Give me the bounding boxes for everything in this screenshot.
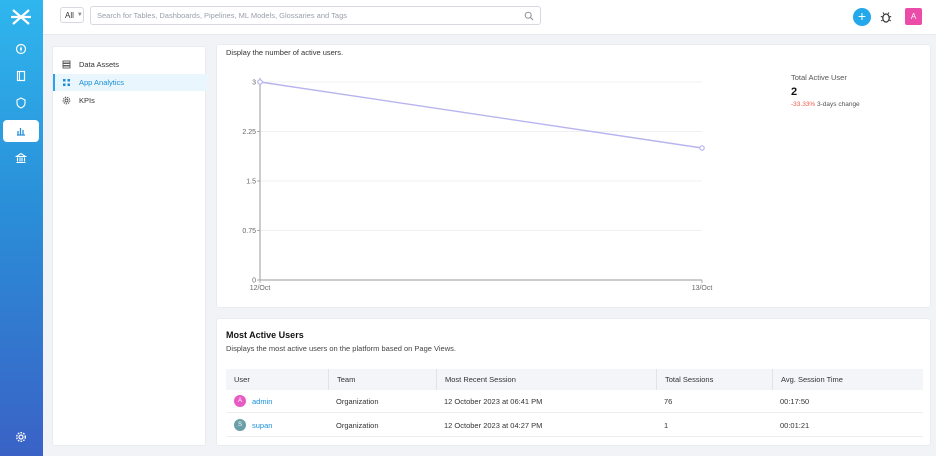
shield-icon[interactable] bbox=[14, 96, 28, 110]
sidenav-item-app-analytics[interactable]: App Analytics bbox=[53, 74, 207, 91]
chevron-down-icon: ▼ bbox=[76, 12, 83, 18]
total-sessions-cell: 76 bbox=[664, 397, 673, 406]
insights-chart-icon[interactable] bbox=[14, 124, 28, 138]
column-header[interactable]: Avg. Session Time bbox=[772, 369, 843, 390]
series-line bbox=[259, 81, 703, 149]
users-card-subtitle: Displays the most active users on the pl… bbox=[226, 344, 456, 353]
data-point bbox=[257, 79, 263, 85]
summary-value: 2 bbox=[791, 86, 798, 98]
user-avatar-small: A bbox=[234, 395, 246, 408]
sidenav-item-label: Data Assets bbox=[79, 60, 120, 69]
search-input[interactable] bbox=[97, 7, 517, 23]
x-tick-label: 13/Oct bbox=[692, 285, 713, 292]
x-tick-label: 12/Oct bbox=[250, 285, 271, 292]
active-users-chart-card: Display the number of active users. 0 0.7… bbox=[216, 44, 931, 308]
active-user-summary: Total Active User 2 -33.33% 3-days chang… bbox=[791, 73, 860, 108]
sidenav-item-kpis[interactable]: KPIs bbox=[53, 92, 207, 109]
data-point bbox=[699, 145, 705, 151]
sidenav-item-label: KPIs bbox=[79, 96, 95, 105]
search-box bbox=[90, 6, 541, 25]
bug-icon[interactable] bbox=[879, 10, 893, 24]
insights-side-nav: Data Assets App Analytics KPIs bbox=[52, 46, 207, 446]
y-tick-label: 0 bbox=[252, 278, 256, 285]
table-row: Ssupan Organization 12 October 2023 at 0… bbox=[226, 414, 923, 437]
avg-session-cell: 00:17:50 bbox=[780, 397, 810, 406]
team-cell: Organization bbox=[336, 397, 379, 406]
grid-icon bbox=[63, 79, 70, 86]
sidenav-item-data-assets[interactable]: Data Assets bbox=[53, 56, 207, 73]
top-bar: All ▼ + A bbox=[43, 0, 936, 35]
column-header[interactable]: Most Recent Session bbox=[436, 369, 516, 390]
recent-session-cell: 12 October 2023 at 04:27 PM bbox=[444, 421, 543, 430]
users-card-title: Most Active Users bbox=[226, 330, 304, 340]
user-avatar-small: S bbox=[234, 419, 246, 432]
search-scope-label: All bbox=[65, 10, 74, 20]
column-header[interactable]: Total Sessions bbox=[656, 369, 713, 390]
user-avatar[interactable]: A bbox=[905, 8, 922, 25]
governance-bank-icon[interactable] bbox=[14, 151, 28, 165]
user-cell: Ssupan bbox=[226, 414, 272, 437]
column-header[interactable]: Team bbox=[328, 369, 355, 390]
most-active-users-card: Most Active Users Displays the most acti… bbox=[216, 318, 931, 446]
summary-change: -33.33% 3-days change bbox=[791, 101, 860, 108]
sidenav-item-label: App Analytics bbox=[79, 78, 125, 87]
team-cell: Organization bbox=[336, 421, 379, 430]
recent-session-cell: 12 October 2023 at 06:41 PM bbox=[444, 397, 543, 406]
summary-title: Total Active User bbox=[791, 73, 847, 82]
app-logo-icon[interactable] bbox=[9, 6, 33, 28]
avg-session-cell: 00:01:21 bbox=[780, 421, 810, 430]
add-button[interactable]: + bbox=[853, 8, 871, 26]
y-tick-label: 0.75 bbox=[242, 228, 256, 235]
y-tick-label: 2.25 bbox=[242, 129, 256, 136]
y-tick-label: 1.5 bbox=[246, 179, 256, 186]
app-rail bbox=[0, 0, 43, 456]
explore-icon[interactable] bbox=[14, 42, 28, 56]
y-tick-label: 3 bbox=[252, 80, 256, 87]
user-link[interactable]: supan bbox=[252, 421, 272, 430]
user-cell: Aadmin bbox=[226, 390, 272, 413]
database-icon bbox=[62, 60, 71, 69]
user-link[interactable]: admin bbox=[252, 397, 272, 406]
search-scope-select[interactable]: All ▼ bbox=[60, 7, 84, 23]
settings-gear-icon[interactable] bbox=[14, 430, 28, 444]
table-header: User Team Most Recent Session Total Sess… bbox=[226, 369, 923, 390]
gear-icon bbox=[62, 96, 71, 105]
change-percent: -33.33% bbox=[791, 101, 816, 108]
change-label: 3-days change bbox=[817, 101, 860, 108]
book-icon[interactable] bbox=[14, 69, 28, 83]
search-icon[interactable] bbox=[524, 11, 534, 21]
table-row: Aadmin Organization 12 October 2023 at 0… bbox=[226, 390, 923, 413]
column-header[interactable]: User bbox=[226, 369, 250, 390]
total-sessions-cell: 1 bbox=[664, 421, 669, 430]
